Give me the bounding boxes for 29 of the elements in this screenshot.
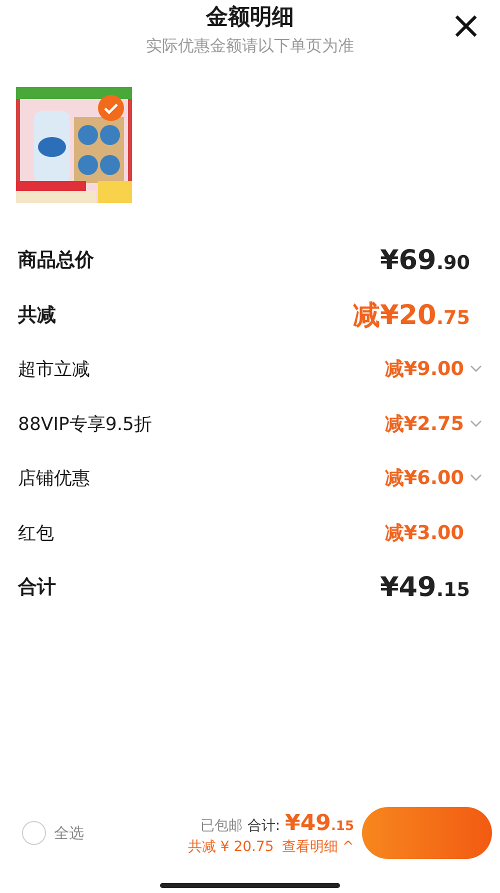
checkout-button[interactable] — [362, 807, 492, 859]
total-label: 合计: — [247, 816, 280, 834]
chevron-down-icon[interactable] — [470, 474, 482, 482]
close-button[interactable]: × — [446, 6, 486, 44]
chevron-down-icon[interactable] — [470, 420, 482, 428]
discount-amount: 减¥3.00 — [384, 520, 464, 546]
checkmark-icon[interactable] — [98, 95, 124, 121]
shipping-note: 已包邮 — [200, 816, 242, 834]
row-label: 共减 — [18, 302, 56, 328]
row-label: 88VIP专享9.5折 — [18, 412, 152, 436]
row-label: 红包 — [18, 522, 54, 545]
radio-button[interactable] — [22, 821, 46, 845]
discount-amount: 减¥2.75 — [384, 412, 464, 437]
amount: ¥49.15 — [380, 572, 470, 603]
sheet-subtitle: 实际优惠金额请以下单页为准 — [146, 36, 354, 57]
sheet-title: 金额明细 — [206, 4, 294, 32]
saved-amount: 共减 ¥ 20.75 — [188, 838, 274, 856]
row-label: 店铺优惠 — [18, 467, 90, 490]
amount: 减¥20.75 — [352, 298, 470, 333]
chevron-down-icon[interactable] — [470, 365, 482, 374]
select-all-label[interactable]: 全选 — [54, 824, 84, 842]
discount-amount: 减¥6.00 — [384, 466, 464, 492]
row-label: 合计 — [18, 575, 56, 600]
row-label: 超市立减 — [18, 358, 90, 382]
discount-amount: 减¥9.00 — [384, 357, 464, 382]
details-link[interactable]: 查看明细 ^ — [282, 838, 354, 856]
amount: ¥69.90 — [380, 244, 470, 276]
total-amount: ¥49.15 — [285, 810, 354, 836]
row-label: 商品总价 — [18, 248, 94, 274]
